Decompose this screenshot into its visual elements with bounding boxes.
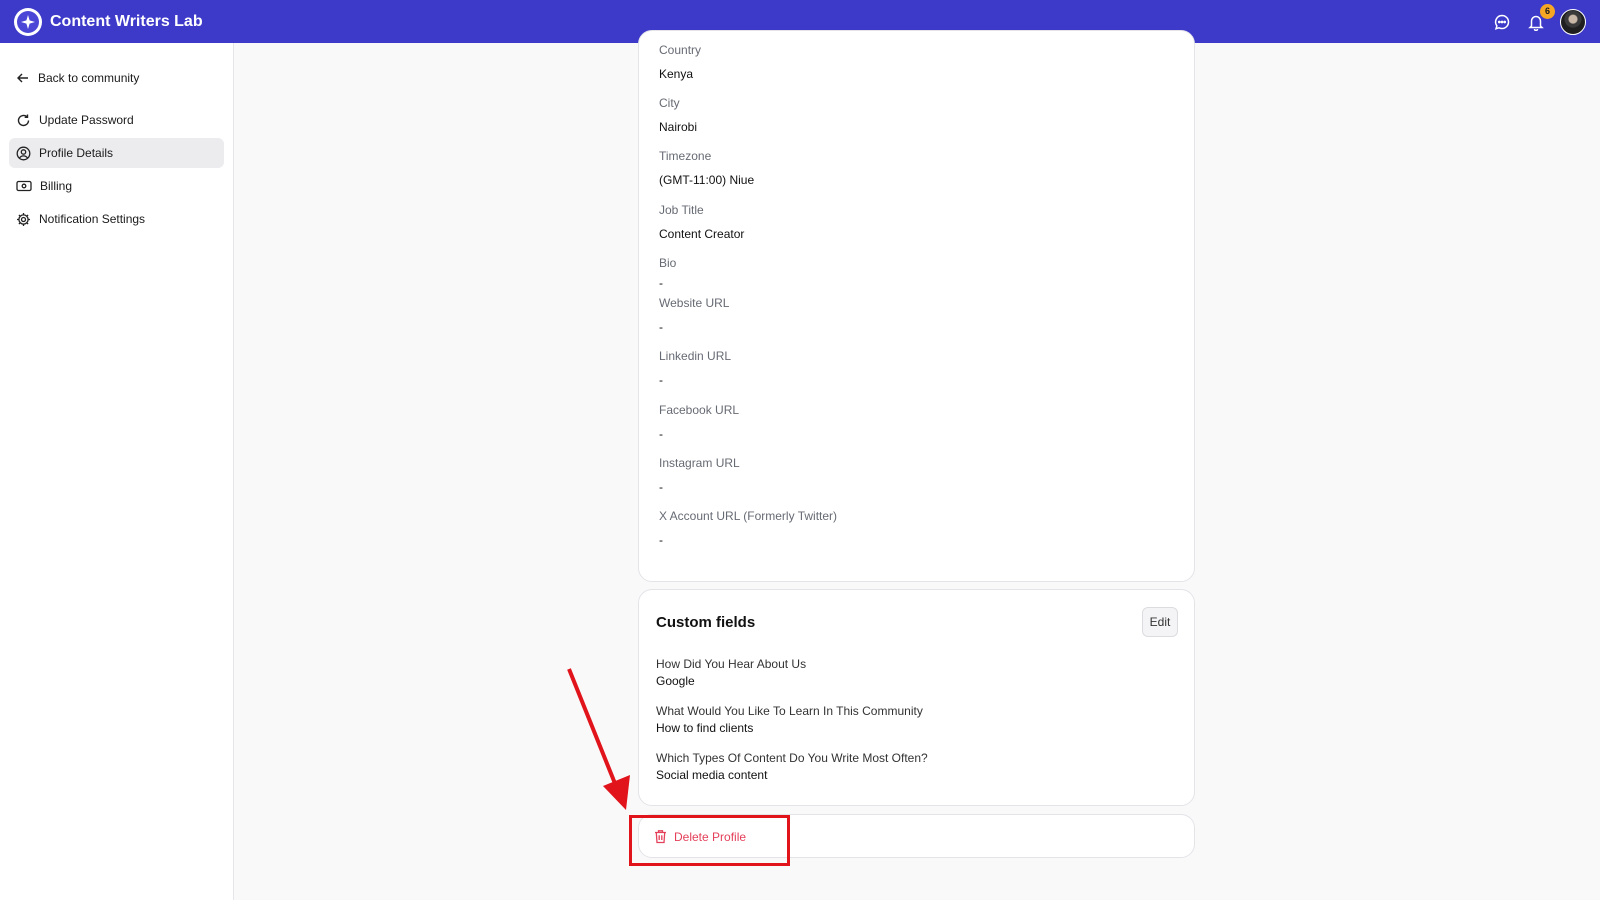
profile-field-job-title: Job Title Content Creator: [659, 203, 744, 241]
field-value: Content Creator: [659, 227, 745, 241]
profile-field-bio: Bio -: [659, 256, 676, 290]
field-label: Job Title: [659, 203, 704, 217]
profile-field-country: Country Kenya: [659, 43, 701, 81]
profile-field-linkedin-url: Linkedin URL -: [659, 349, 731, 387]
sidebar-item-notification-settings[interactable]: Notification Settings: [9, 204, 224, 234]
back-to-community-link[interactable]: Back to community: [9, 63, 224, 93]
field-value: Kenya: [659, 67, 694, 81]
custom-field-question: Which Types Of Content Do You Write Most…: [656, 751, 928, 765]
sidebar-item-profile-details[interactable]: Profile Details: [9, 138, 224, 168]
app-title[interactable]: Content Writers Lab: [50, 13, 203, 31]
back-label: Back to community: [38, 71, 140, 85]
field-label: Facebook URL: [659, 403, 740, 417]
field-label: X Account URL (Formerly Twitter): [659, 509, 838, 523]
field-value: -: [659, 276, 663, 290]
profile-field-city: City Nairobi: [659, 96, 697, 134]
user-circle-icon: [16, 146, 31, 160]
field-value: -: [659, 373, 663, 387]
field-value: Nairobi: [659, 120, 698, 134]
field-value: -: [659, 427, 663, 441]
profile-field-website-url: Website URL -: [659, 296, 729, 334]
sidebar-item-billing[interactable]: Billing: [9, 171, 224, 201]
profile-field-instagram-url: Instagram URL -: [659, 456, 740, 494]
custom-field-answer: Google: [656, 674, 695, 688]
edit-custom-fields-button[interactable]: Edit: [1142, 607, 1178, 637]
custom-field-item: Which Types Of Content Do You Write Most…: [656, 750, 928, 784]
custom-field-item: How Did You Hear About Us Google: [656, 656, 806, 690]
profile-details-card: Country Kenya City Nairobi Timezone (GMT…: [638, 30, 1195, 582]
billing-icon: [16, 180, 32, 192]
custom-field-question: What Would You Like To Learn In This Com…: [656, 704, 923, 718]
custom-field-question: How Did You Hear About Us: [656, 657, 807, 671]
arrow-left-icon: [17, 73, 28, 83]
user-avatar[interactable]: [1560, 8, 1586, 35]
field-label: Website URL: [659, 296, 730, 310]
annotation-highlight-box: [629, 815, 790, 866]
field-value: (GMT-11:00) Niue: [659, 173, 755, 187]
settings-sidebar: Back to community Update Password Profil…: [0, 43, 234, 900]
bell-icon[interactable]: 6: [1526, 3, 1555, 32]
profile-field-timezone: Timezone (GMT-11:00) Niue: [659, 149, 754, 187]
refresh-icon: [17, 114, 30, 126]
field-value: -: [659, 533, 663, 547]
profile-field-facebook-url: Facebook URL -: [659, 403, 739, 441]
sidebar-item-label: Billing: [40, 179, 73, 193]
profile-field-x-account-url: X Account URL (Formerly Twitter) -: [659, 509, 837, 547]
field-value: -: [659, 320, 663, 334]
sidebar-item-label: Update Password: [39, 113, 134, 127]
gear-icon: [17, 212, 30, 226]
chat-icon[interactable]: [1492, 12, 1512, 32]
sparkle-icon: [17, 10, 39, 33]
sidebar-item-update-password[interactable]: Update Password: [9, 105, 224, 135]
field-label: Instagram URL: [659, 456, 740, 470]
custom-fields-card: Custom fields Edit How Did You Hear Abou…: [638, 589, 1195, 806]
custom-field-item: What Would You Like To Learn In This Com…: [656, 703, 923, 737]
sidebar-item-label: Notification Settings: [39, 212, 146, 226]
field-label: Timezone: [659, 149, 712, 163]
custom-fields-title: Custom fields: [656, 614, 756, 631]
field-label: Linkedin URL: [659, 349, 732, 363]
custom-field-answer: How to find clients: [656, 721, 754, 735]
app-logo[interactable]: [14, 7, 42, 36]
header-actions: 6: [1492, 3, 1586, 35]
notification-badge: 6: [1540, 3, 1555, 19]
field-label: Bio: [659, 256, 677, 270]
field-value: -: [659, 480, 663, 494]
custom-field-answer: Social media content: [656, 768, 768, 782]
field-label: Country: [659, 43, 702, 57]
field-label: City: [659, 96, 680, 110]
sidebar-item-label: Profile Details: [39, 146, 114, 160]
